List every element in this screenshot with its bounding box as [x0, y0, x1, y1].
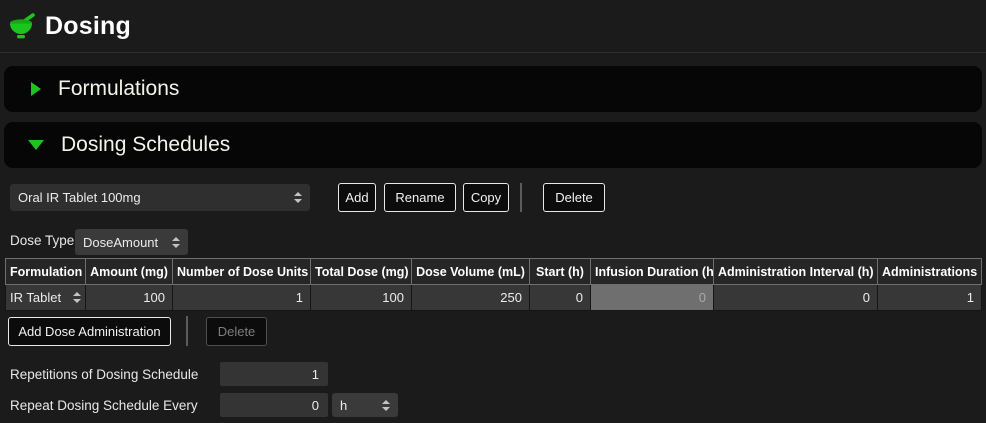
col-admin-interval: Administration Interval (h): [714, 259, 878, 285]
repetitions-input[interactable]: 1: [220, 362, 328, 386]
repeat-every-value: 0: [312, 398, 319, 413]
section-formulations[interactable]: Formulations: [4, 66, 982, 112]
schedule-select-value: Oral IR Tablet 100mg: [18, 190, 141, 205]
col-amount: Amount (mg): [86, 259, 173, 285]
repeat-every-input[interactable]: 0: [220, 393, 328, 417]
repetitions-label: Repetitions of Dosing Schedule: [10, 367, 198, 382]
repeat-every-unit-select[interactable]: h: [332, 393, 398, 417]
dose-type-label: Dose Type: [10, 233, 74, 248]
add-schedule-button[interactable]: Add: [338, 183, 376, 212]
col-infusion-duration: Infusion Duration (h): [591, 259, 714, 285]
spinner-icon: [65, 292, 81, 303]
spinner-icon: [164, 237, 180, 248]
toolbar-separator: [520, 183, 522, 212]
col-dose-units: Number of Dose Units: [173, 259, 311, 285]
rename-schedule-button[interactable]: Rename: [384, 183, 456, 212]
col-dose-volume: Dose Volume (mL): [412, 259, 530, 285]
dose-volume-cell[interactable]: 250: [412, 285, 530, 311]
table-header-row: Formulation Amount (mg) Number of Dose U…: [6, 259, 982, 285]
delete-schedule-button[interactable]: Delete: [543, 183, 605, 212]
add-dose-administration-button[interactable]: Add Dose Administration: [8, 317, 171, 346]
title-bar: Dosing: [0, 0, 986, 53]
dose-units-cell[interactable]: 1: [173, 285, 311, 311]
caret-right-icon: [31, 82, 41, 96]
col-total-dose: Total Dose (mg): [311, 259, 412, 285]
copy-schedule-button[interactable]: Copy: [463, 183, 509, 212]
actions-separator: [186, 316, 188, 346]
amount-cell[interactable]: 100: [86, 285, 173, 311]
repetitions-value: 1: [312, 367, 319, 382]
page-title: Dosing: [45, 12, 131, 41]
delete-dose-administration-button: Delete: [206, 317, 267, 346]
formulation-value: IR Tablet: [10, 290, 61, 305]
repeat-every-unit: h: [340, 398, 347, 413]
dose-type-select[interactable]: DoseAmount: [75, 229, 188, 255]
section-dosing-schedules[interactable]: Dosing Schedules: [4, 122, 982, 168]
col-formulation: Formulation: [6, 259, 86, 285]
infusion-duration-cell: 0: [591, 285, 714, 311]
col-start: Start (h): [530, 259, 591, 285]
mortar-pestle-icon: [8, 11, 36, 41]
section-dosing-schedules-label: Dosing Schedules: [61, 133, 230, 157]
table-row: IR Tablet 100 1 100 250 0 0 0 1: [6, 285, 982, 311]
start-cell[interactable]: 0: [530, 285, 591, 311]
dose-administration-table: Formulation Amount (mg) Number of Dose U…: [5, 258, 982, 311]
caret-down-icon: [28, 140, 44, 150]
administrations-cell[interactable]: 1: [878, 285, 982, 311]
spinner-icon: [286, 192, 302, 203]
total-dose-cell[interactable]: 100: [311, 285, 412, 311]
col-administrations: Administrations: [878, 259, 982, 285]
spinner-icon: [374, 400, 390, 411]
dose-type-value: DoseAmount: [83, 235, 158, 250]
section-formulations-label: Formulations: [58, 77, 179, 101]
formulation-cell[interactable]: IR Tablet: [6, 285, 86, 311]
schedule-select[interactable]: Oral IR Tablet 100mg: [10, 184, 310, 211]
repeat-every-label: Repeat Dosing Schedule Every: [10, 398, 198, 413]
admin-interval-cell[interactable]: 0: [714, 285, 878, 311]
